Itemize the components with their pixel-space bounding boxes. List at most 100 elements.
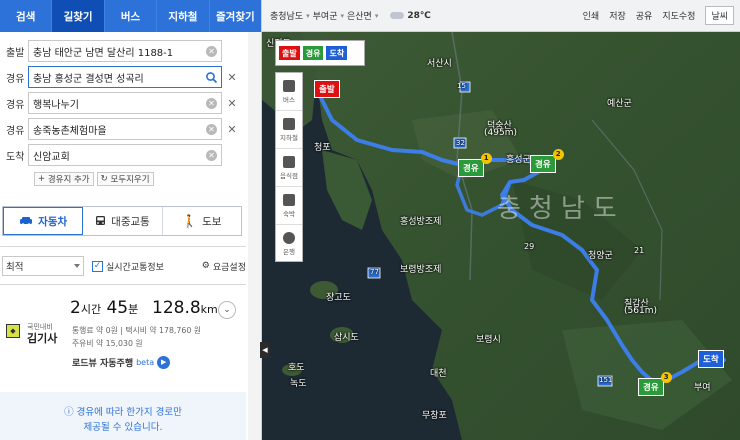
lodging-layer-button[interactable]: 숙박 (276, 187, 302, 225)
breadcrumb-county[interactable]: 부여군 (313, 9, 338, 22)
fee-settings-button[interactable]: ⚙ 요금설정 (202, 260, 246, 273)
panel-scrollbar[interactable] (248, 32, 261, 440)
bus-layer-button[interactable]: 버스 (276, 73, 302, 111)
clear-icon[interactable]: ✕ (206, 98, 217, 109)
search-icon[interactable] (205, 71, 218, 84)
map-label: 보령방조제 (400, 265, 442, 275)
plus-icon: + (38, 174, 48, 184)
tab-search[interactable]: 검색 (0, 0, 53, 32)
realtime-traffic-checkbox[interactable]: ✓ 실시간교통정보 (92, 260, 164, 273)
bank-layer-button[interactable]: 은행 (276, 225, 302, 263)
refresh-icon: ↻ (100, 174, 111, 184)
clear-icon[interactable]: ✕ (206, 150, 217, 161)
end-label: 도착 (6, 151, 25, 163)
chevron-down-icon: ▾ (340, 11, 344, 20)
via-pin-2: 경유 (530, 155, 556, 173)
walk-icon: 🚶 (182, 214, 198, 228)
mode-transit[interactable]: 대중교통 (83, 207, 163, 235)
clear-icon[interactable]: ✕ (206, 46, 217, 57)
remove-via-icon[interactable]: ✕ (225, 123, 239, 136)
map-label: 보령시 (476, 335, 501, 345)
collapse-panel-button[interactable]: ◀ (260, 342, 270, 358)
via-number-3: 3 (660, 372, 672, 383)
subway-icon (283, 117, 295, 130)
map-label: 부여 (694, 383, 711, 393)
route-notice: ⓘ 경유에 따라 한가지 경로만 제공될 수 있습니다. (0, 392, 246, 440)
start-pin: 출발 (314, 80, 340, 98)
restaurant-layer-button[interactable]: 음식점 (276, 149, 302, 187)
expand-details-button[interactable]: ⌄ (218, 301, 236, 319)
via-2-input[interactable]: 행복나누기 ✕ (28, 92, 222, 114)
weather-info: 28℃ (390, 11, 431, 21)
via-3-input[interactable]: 송죽농촌체험마을 ✕ (28, 118, 222, 140)
legend-via: 경유 (302, 46, 324, 60)
map-label: (561m) (624, 306, 657, 316)
via-number-1: 1 (480, 153, 492, 164)
bus-icon (96, 216, 106, 225)
satellite-map[interactable]: 신진도 청포 서산시 홍성군 예산군 덕숭산 (495m) 홍성방조제 보령방조… (262, 0, 740, 440)
bank-layer-label: 은행 (283, 248, 295, 256)
clear-all-button[interactable]: ↻ 모두지우기 (96, 172, 154, 186)
clear-icon[interactable]: ✕ (206, 124, 217, 135)
map-label: 홍성방조제 (400, 217, 442, 227)
play-icon: ▶ (157, 356, 171, 369)
subway-layer-label: 지하철 (280, 133, 298, 142)
fee-settings-label: 요금설정 (212, 262, 246, 273)
tab-directions[interactable]: 길찾기 (52, 0, 105, 32)
map-label: 장고도 (326, 293, 351, 303)
chevron-down-icon: ▾ (374, 11, 379, 20)
via-pin-1: 경유 (458, 159, 484, 177)
share-button[interactable]: 공유 (636, 9, 653, 22)
notice-line-2: 제공될 수 있습니다. (83, 422, 163, 433)
map-label: 예산군 (607, 99, 632, 109)
via-number-2: 2 (552, 149, 564, 160)
breadcrumb: 충청남도 ▾ 부여군 ▾ 은산면 ▾ (270, 9, 379, 23)
remove-via-icon[interactable]: ✕ (225, 71, 239, 84)
mode-walk-label: 도보 (202, 215, 222, 228)
save-button[interactable]: 저장 (609, 9, 626, 22)
subway-layer-button[interactable]: 지하철 (276, 111, 302, 149)
start-input[interactable]: 충남 태안군 남면 달산리 1188-1 ✕ (28, 40, 222, 62)
mode-car[interactable]: 자동차 (3, 207, 84, 235)
route-row-via-2: 경유 행복나누기 ✕ ✕ (6, 90, 253, 116)
mode-walk[interactable]: 🚶 도보 (163, 207, 241, 235)
tab-bus[interactable]: 버스 (105, 0, 158, 32)
end-marker[interactable]: 도착 (698, 350, 724, 368)
print-button[interactable]: 인쇄 (583, 9, 600, 22)
route-preference-select[interactable]: 최적 (2, 256, 84, 276)
start-marker[interactable]: 출발 (314, 80, 340, 98)
breadcrumb-town[interactable]: 은산면 (347, 9, 372, 22)
end-pin: 도착 (698, 350, 724, 368)
via-1-input[interactable]: 충남 홍성군 결성면 성곡리 (28, 66, 222, 88)
road-number: 21 (634, 246, 645, 255)
map-tools: 인쇄 저장 공유 지도수정 날씨 (583, 6, 734, 25)
roadview-autoplay-button[interactable]: 로드뷰 자동주행 beta ▶ (72, 356, 171, 369)
navi-name[interactable]: 김기사 (27, 330, 57, 346)
road-number: 77 (370, 268, 379, 276)
legend-end: 도착 (326, 46, 348, 60)
region-label: 충청남도 (497, 194, 625, 224)
cloud-icon (390, 12, 405, 19)
edit-map-button[interactable]: 지도수정 (662, 9, 695, 22)
via-label: 경유 (6, 73, 25, 85)
tab-favorites[interactable]: 즐겨찾기 (210, 0, 261, 32)
via-marker-2[interactable]: 경유 2 (530, 149, 564, 173)
remove-via-icon[interactable]: ✕ (225, 97, 239, 110)
map-label: 대천 (430, 369, 447, 379)
left-panel: 검색 길찾기 버스 지하철 즐겨찾기 출발 충남 태안군 남면 달산리 1188… (0, 0, 262, 440)
route-result[interactable]: ◆ 국민내비 김기사 2시간 45분 128.8km ⌄ 통행료 약 0원 | … (0, 296, 246, 386)
map-topbar: 충청남도 ▾ 부여군 ▾ 은산면 ▾ 28℃ 인쇄 저장 공유 지도수정 날씨 (262, 0, 740, 32)
breadcrumb-province[interactable]: 충청남도 (270, 9, 303, 22)
via-marker-1[interactable]: 경유 1 (458, 153, 492, 177)
end-input[interactable]: 신암교회 ✕ (28, 144, 222, 166)
add-via-label: 경유지 추가 (47, 175, 90, 185)
weather-button[interactable]: 날씨 (705, 6, 734, 25)
chevron-down-icon (74, 264, 80, 268)
road-number: 29 (524, 242, 535, 251)
via-marker-3[interactable]: 경유 3 (638, 372, 672, 396)
hours-value: 2 (70, 298, 81, 318)
map-label: 무창포 (422, 411, 447, 421)
tab-subway[interactable]: 지하철 (157, 0, 210, 32)
info-icon: ⓘ (64, 407, 77, 418)
add-via-button[interactable]: + 경유지 추가 (34, 172, 94, 186)
